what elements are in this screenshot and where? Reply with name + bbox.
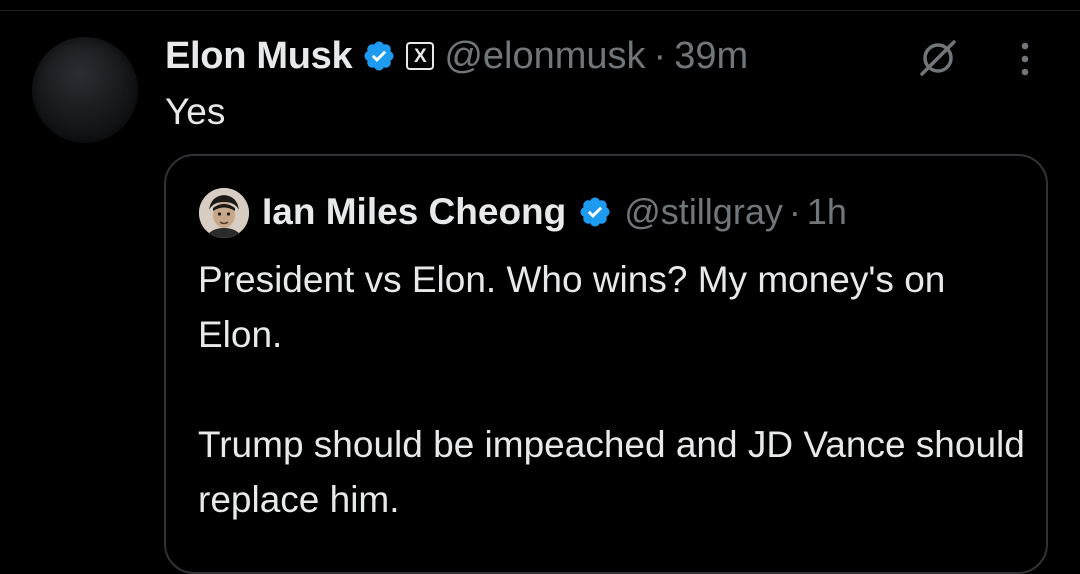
separator-dot: ·: [653, 34, 667, 77]
quoted-post-paragraph: President vs Elon. Who wins? My money's …: [198, 259, 946, 355]
quoted-post-text: President vs Elon. Who wins? My money's …: [198, 252, 1028, 527]
separator-dot: ·: [788, 191, 801, 232]
affiliation-badge[interactable]: X: [406, 42, 435, 70]
author-handle[interactable]: @elonmusk: [444, 35, 645, 78]
verified-badge-icon[interactable]: [362, 39, 396, 73]
grok-icon[interactable]: [916, 36, 960, 80]
quoted-author-handle[interactable]: @stillgray: [624, 191, 783, 233]
post-time[interactable]: 39m: [674, 35, 748, 78]
post-text: Yes: [165, 91, 226, 132]
quoted-post-paragraph: Trump should be impeached and JD Vance s…: [198, 424, 1025, 520]
avatar[interactable]: [32, 37, 138, 143]
verified-badge-icon[interactable]: [578, 195, 612, 229]
quoted-author-avatar[interactable]: [199, 188, 249, 238]
quoted-post-card[interactable]: Ian Miles Cheong @stillgray · 1h Preside…: [164, 154, 1048, 574]
quoted-post-header: Ian Miles Cheong @stillgray · 1h: [262, 184, 847, 240]
more-options-icon[interactable]: [1013, 40, 1037, 78]
quoted-author-name[interactable]: Ian Miles Cheong: [262, 191, 566, 233]
top-divider: [0, 10, 1080, 11]
author-name[interactable]: Elon Musk: [165, 35, 353, 78]
quoted-post-time[interactable]: 1h: [807, 191, 847, 233]
post-header: Elon Musk X @elonmusk · 39m: [165, 30, 748, 82]
